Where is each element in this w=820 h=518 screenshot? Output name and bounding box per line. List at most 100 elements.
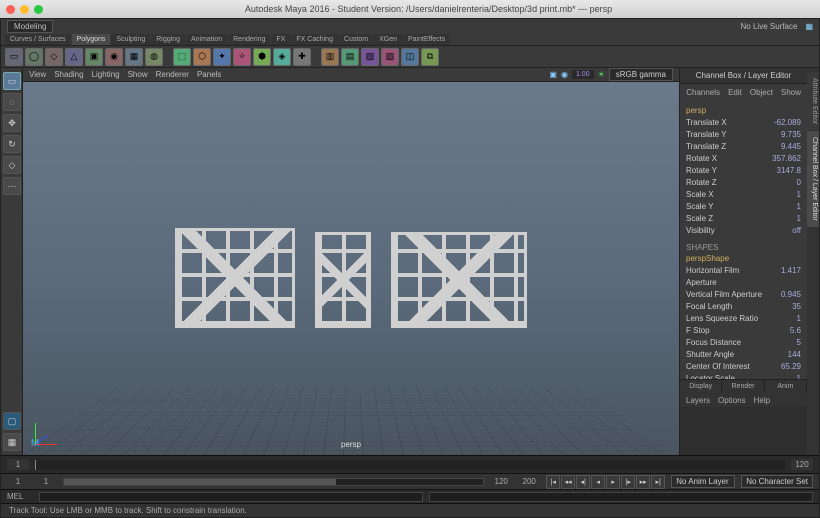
minimize-window-button[interactable] [20,5,29,14]
attr-label[interactable]: Focus Distance [686,337,741,349]
attr-value[interactable]: off [763,225,801,237]
attr-value[interactable]: 0.945 [763,289,801,301]
gamma-value[interactable]: 1.00 [572,70,594,79]
shelf-icon[interactable]: ⬡ [193,48,211,66]
attr-value[interactable]: -62.089 [763,117,801,129]
vp-menu-show[interactable]: Show [128,70,148,79]
rotate-tool[interactable]: ↻ [3,135,21,153]
vp-menu-shading[interactable]: Shading [54,70,83,79]
layer-menu-layers[interactable]: Layers [686,396,710,405]
step-fwd-button[interactable]: ▸▸ [636,475,650,489]
character-set-dropdown[interactable]: No Character Set [741,475,813,488]
magnet-icon[interactable]: ▦ [805,22,813,31]
shelf-icon[interactable]: ⬚ [173,48,191,66]
ch-tab-show[interactable]: Show [781,88,801,97]
color-space-dropdown[interactable]: sRGB gamma [609,68,673,81]
time-slider[interactable]: 1 120 [1,455,819,473]
attr-label[interactable]: Vertical Film Aperture [686,289,762,301]
shelf-icon[interactable]: ▨ [361,48,379,66]
range-start-in[interactable]: 1 [35,476,57,487]
attr-label[interactable]: Rotate X [686,153,717,165]
attr-value[interactable]: 0 [763,177,801,189]
shelf-icon[interactable]: ✦ [213,48,231,66]
vp-menu-lighting[interactable]: Lighting [92,70,120,79]
side-tab-attribute-editor[interactable]: Attribute Editor [807,72,819,130]
shelf-tab-animation[interactable]: Animation [186,34,227,45]
vp-menu-renderer[interactable]: Renderer [156,70,189,79]
attr-value[interactable]: 1 [763,189,801,201]
shelf-icon[interactable]: ✚ [293,48,311,66]
attr-label[interactable]: F Stop [686,325,710,337]
next-key-button[interactable]: |▸ [621,475,635,489]
attr-value[interactable]: 144 [763,349,801,361]
vp-menu-panels[interactable]: Panels [197,70,221,79]
shelf-tab-rigging[interactable]: Rigging [151,34,185,45]
shelf-icon[interactable]: ▧ [381,48,399,66]
play-back-button[interactable]: ◂ [591,475,605,489]
scale-tool[interactable]: ◇ [3,156,21,174]
time-start[interactable]: 1 [7,459,29,470]
shelf-icon[interactable]: ◯ [25,48,43,66]
layer-list[interactable] [680,407,807,455]
attr-value[interactable]: 357.862 [763,153,801,165]
attr-label[interactable]: Scale Z [686,213,713,225]
layer-menu-help[interactable]: Help [754,396,770,405]
range-end-in[interactable]: 120 [490,476,512,487]
range-start-out[interactable]: 1 [7,476,29,487]
shelf-icon[interactable]: ▣ [85,48,103,66]
attr-value[interactable]: 1 [763,313,801,325]
attr-value[interactable]: 9.735 [763,129,801,141]
time-track[interactable] [35,460,785,470]
shelf-icon[interactable]: ▦ [125,48,143,66]
close-window-button[interactable] [6,5,15,14]
attr-label[interactable]: Scale Y [686,201,713,213]
attr-label[interactable]: Visibility [686,225,715,237]
attr-label[interactable]: Translate Z [686,141,726,153]
attr-value[interactable]: 65.29 [763,361,801,373]
last-tool[interactable]: ⋯ [3,177,21,195]
shelf-tab-fx[interactable]: FX [271,34,290,45]
layer-menu-options[interactable]: Options [718,396,746,405]
command-input[interactable] [39,492,423,502]
attr-value[interactable]: 1 [763,201,801,213]
live-surface-indicator[interactable]: No Live Surface [741,22,798,31]
attr-label[interactable]: Focal Length [686,301,732,313]
attr-label[interactable]: Translate X [686,117,727,129]
attr-value[interactable]: 5.6 [763,325,801,337]
shelf-tab-xgen[interactable]: XGen [374,34,402,45]
foot-tab-render[interactable]: Render [722,380,764,393]
shelf-icon[interactable]: ◇ [45,48,63,66]
workspace-selector[interactable]: Modeling [7,20,53,33]
go-end-button[interactable]: ▸| [651,475,665,489]
viewport-3d[interactable]: persp M [23,82,679,455]
attr-label[interactable]: Center Of Interest [686,361,750,373]
shelf-tab-painteffects[interactable]: PaintEffects [403,34,450,45]
select-tool[interactable]: ▭ [3,72,21,90]
shelf-icon[interactable]: ▭ [5,48,23,66]
shelf-tab-polygons[interactable]: Polygons [72,34,111,45]
shelf-icon[interactable]: ▥ [321,48,339,66]
move-tool[interactable]: ✥ [3,114,21,132]
attr-label[interactable]: Rotate Y [686,165,717,177]
ch-tab-object[interactable]: Object [750,88,773,97]
attr-label[interactable]: Lens Squeeze Ratio [686,313,758,325]
foot-tab-anim[interactable]: Anim [765,380,807,393]
shelf-icon[interactable]: △ [65,48,83,66]
attr-value[interactable]: 1.417 [763,265,801,289]
shelf-icon[interactable]: ◈ [273,48,291,66]
shelf-icon[interactable]: ⧉ [421,48,439,66]
attr-value[interactable]: 5 [763,337,801,349]
attr-value[interactable]: 3147.8 [763,165,801,177]
shelf-icon[interactable]: ◍ [145,48,163,66]
range-bar[interactable] [63,478,484,486]
layout-single[interactable]: ▢ [3,412,21,430]
shelf-tab-fxcaching[interactable]: FX Caching [291,34,338,45]
play-forward-button[interactable]: ▸ [606,475,620,489]
ch-tab-channels[interactable]: Channels [686,88,720,97]
attr-label[interactable]: Scale X [686,189,714,201]
shelf-tab-sculpting[interactable]: Sculpting [111,34,150,45]
gate-mask-icon[interactable]: ◉ [561,70,568,79]
shelf-icon[interactable]: ▤ [341,48,359,66]
ch-tab-edit[interactable]: Edit [728,88,742,97]
selected-object-name[interactable]: persp [686,106,801,115]
